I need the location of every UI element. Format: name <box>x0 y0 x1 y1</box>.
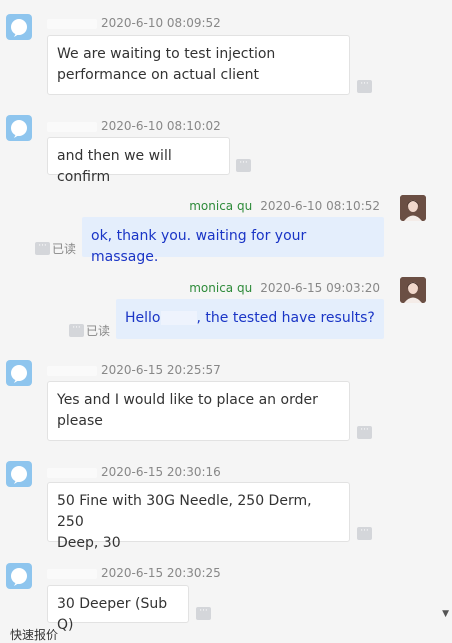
redacted-name <box>47 568 97 579</box>
message-text-line: 30 Deeper (Sub Q) <box>57 596 168 633</box>
incoming-message-bubble[interactable]: 30 Deeper (Sub Q) <box>47 585 189 633</box>
incoming-message-bubble[interactable]: 50 Fine with 30G Needle, 250 Derm, 250 D… <box>47 482 350 551</box>
outgoing-message-bubble[interactable]: ok, thank you. waiting for your massage. <box>82 217 384 265</box>
message-text-line: Deep, 30 <box>57 535 121 551</box>
more-options-button[interactable]: ··· <box>196 607 211 620</box>
sender-name: monica qu <box>189 199 253 213</box>
message-text-line: 50 Fine with 30G Needle, 250 Derm, 250 <box>57 493 312 530</box>
redacted-name <box>47 18 97 29</box>
message-text-part: Hello <box>125 310 161 326</box>
contact-avatar[interactable] <box>6 360 32 386</box>
more-options-button[interactable]: ··· <box>357 80 372 93</box>
contact-avatar[interactable] <box>6 563 32 589</box>
profile-photo-icon <box>400 195 426 221</box>
message-meta: 2020-6-15 20:25:57 <box>47 363 221 377</box>
message-time: 2020-6-15 09:03:20 <box>260 281 380 295</box>
message-meta: 2020-6-10 08:09:52 <box>47 16 221 30</box>
message-text-line: and then we will confirm <box>57 148 172 185</box>
message-text-part: , the tested have results? <box>196 310 375 326</box>
incoming-message-bubble[interactable]: We are waiting to test injection perform… <box>47 35 350 95</box>
redacted-name <box>47 121 97 132</box>
redacted-name <box>47 365 97 376</box>
more-options-button[interactable]: ··· <box>357 426 372 439</box>
message-text-line: Yes and I would like to place an order <box>57 392 318 408</box>
chat-bubble-icon <box>11 365 27 383</box>
more-options-button[interactable]: ··· <box>357 527 372 540</box>
message-meta: 2020-6-15 20:30:16 <box>47 465 221 479</box>
redacted-name <box>47 467 97 478</box>
user-avatar[interactable] <box>400 277 426 303</box>
more-options-button[interactable]: ··· <box>236 159 251 172</box>
message-meta: 2020-6-15 20:30:25 <box>47 566 221 580</box>
message-meta: monica qu 2020-6-15 09:03:20 <box>189 281 380 295</box>
message-text: ok, thank you. waiting for your massage. <box>91 228 307 265</box>
message-time: 2020-6-15 20:30:16 <box>101 465 221 479</box>
chat-bubble-icon <box>11 19 27 37</box>
message-text-line: We are waiting to test injection <box>57 46 276 62</box>
message-time: 2020-6-15 20:25:57 <box>101 363 221 377</box>
message-meta: 2020-6-10 08:10:02 <box>47 119 221 133</box>
scroll-down-arrow-icon[interactable]: ▼ <box>442 609 449 619</box>
read-status: 已读 <box>86 324 111 338</box>
contact-avatar[interactable] <box>6 14 32 40</box>
incoming-message-bubble[interactable]: Yes and I would like to place an order p… <box>47 381 350 441</box>
incoming-message-bubble[interactable]: and then we will confirm <box>47 137 230 185</box>
chat-bubble-icon <box>11 466 27 484</box>
message-time: 2020-6-10 08:10:52 <box>260 199 380 213</box>
message-text-line: please <box>57 413 103 429</box>
contact-avatar[interactable] <box>6 115 32 141</box>
contact-avatar[interactable] <box>6 461 32 487</box>
message-meta: monica qu 2020-6-10 08:10:52 <box>189 199 380 213</box>
message-time: 2020-6-15 20:30:25 <box>101 566 221 580</box>
more-options-button[interactable]: ··· <box>35 242 50 255</box>
user-avatar[interactable] <box>400 195 426 221</box>
chat-bubble-icon <box>11 120 27 138</box>
redacted-name <box>160 311 197 325</box>
chat-bubble-icon <box>11 568 27 586</box>
message-time: 2020-6-10 08:09:52 <box>101 16 221 30</box>
more-options-button[interactable]: ··· <box>69 324 84 337</box>
message-time: 2020-6-10 08:10:02 <box>101 119 221 133</box>
profile-photo-icon <box>400 277 426 303</box>
read-status: 已读 <box>52 242 77 256</box>
message-text-line: performance on actual client <box>57 67 260 83</box>
outgoing-message-bubble[interactable]: Hello , the tested have results? <box>116 299 384 339</box>
sender-name: monica qu <box>189 281 253 295</box>
